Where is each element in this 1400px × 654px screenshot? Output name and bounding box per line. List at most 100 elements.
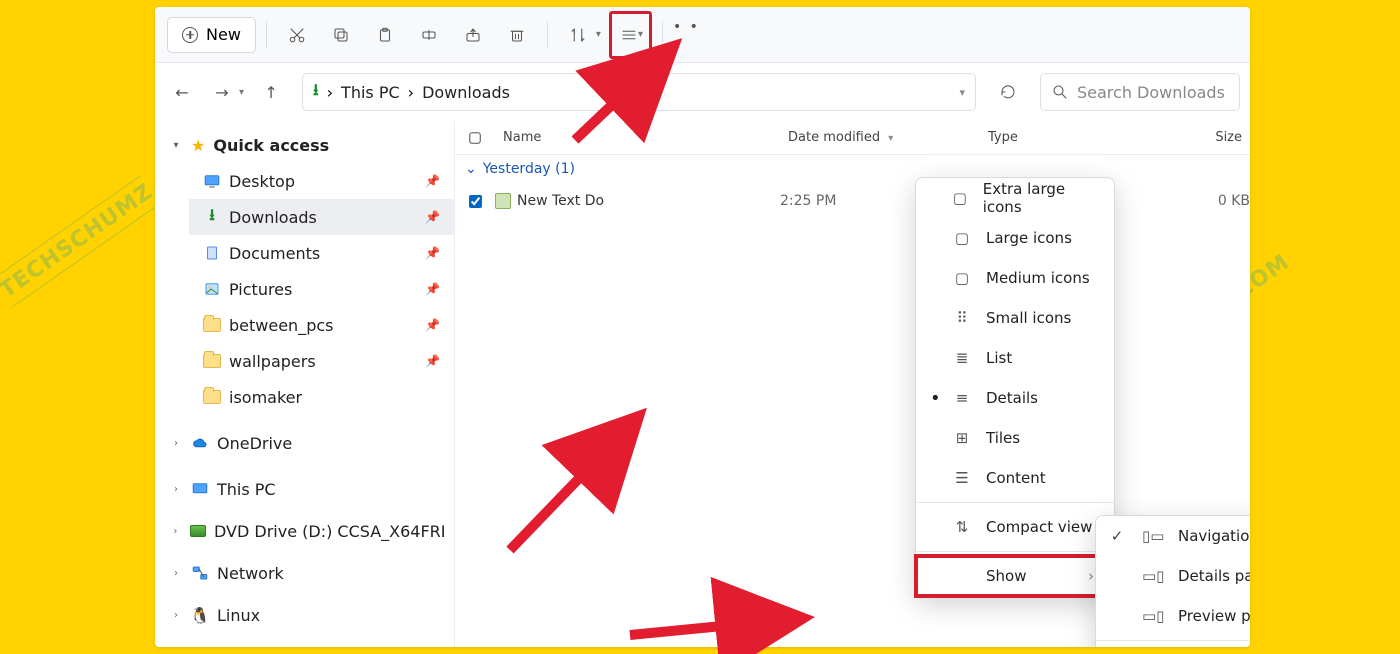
chevron-down-icon[interactable]: ▾ (959, 86, 965, 99)
cut-button[interactable] (277, 15, 317, 55)
pin-icon: 📌 (425, 210, 440, 224)
sidebar-item-wallpapers[interactable]: wallpapers 📌 (189, 343, 454, 379)
breadcrumb-sep: › (327, 83, 333, 102)
menu-item-medium-icons[interactable]: ▢Medium icons (916, 258, 1114, 298)
breadcrumb-sep: › (408, 83, 414, 102)
breadcrumb-root[interactable]: This PC (341, 83, 400, 102)
sidebar-item-network[interactable]: › Network (155, 555, 454, 591)
sidebar-item-label: Downloads (229, 208, 317, 227)
breadcrumb-current[interactable]: Downloads (422, 83, 510, 102)
chevron-down-icon: ▾ (884, 133, 893, 144)
file-icon (495, 193, 511, 209)
share-button[interactable] (453, 15, 493, 55)
menu-item-extra-large-icons[interactable]: ▢Extra large icons (916, 178, 1114, 218)
extra-large-icons-icon: ▢ (951, 189, 969, 207)
copy-button[interactable] (321, 15, 361, 55)
column-header-size[interactable]: Size (1140, 130, 1250, 145)
file-name: New Text Do (517, 193, 604, 209)
sidebar-item-this-pc[interactable]: › This PC (155, 471, 454, 507)
refresh-icon (999, 83, 1017, 101)
sidebar-item-isomaker[interactable]: isomaker (189, 379, 454, 415)
menu-item-navigation-pane[interactable]: ✓▯▭Navigation pane (1096, 516, 1250, 556)
pin-icon: 📌 (425, 282, 440, 296)
refresh-button[interactable] (990, 74, 1026, 110)
content-icon: ☰ (952, 469, 972, 487)
column-header-date[interactable]: Date modified ▾ (780, 130, 980, 145)
rename-button[interactable] (409, 15, 449, 55)
sidebar-item-label: Documents (229, 244, 320, 263)
file-checkbox[interactable] (469, 195, 482, 208)
delete-button[interactable] (497, 15, 537, 55)
picture-icon (203, 280, 221, 298)
panel-left-icon: ▯▭ (1142, 527, 1164, 545)
chevron-down-icon: ⌄ (465, 161, 477, 177)
sidebar-item-dvd[interactable]: › DVD Drive (D:) CCSA_X64FRE_EN-US_D (155, 513, 454, 549)
chevron-right-icon: › (169, 484, 183, 495)
tiles-icon: ⊞ (952, 429, 972, 447)
copy-icon (332, 26, 350, 44)
chevron-down-icon: ▾ (169, 140, 183, 151)
annotation-arrow (625, 590, 825, 654)
select-all-checkbox[interactable] (455, 129, 495, 147)
search-icon (1051, 83, 1069, 101)
folder-icon (203, 316, 221, 334)
small-icons-icon: ⠿ (952, 309, 972, 327)
address-row: ← → ▾ ↑ ⭳ › This PC › Downloads ▾ Search… (155, 63, 1250, 121)
menu-item-large-icons[interactable]: ▢Large icons (916, 218, 1114, 258)
menu-item-content[interactable]: ☰Content (916, 458, 1114, 498)
preview-icon: ▭▯ (1142, 607, 1164, 625)
menu-item-preview-pane[interactable]: ▭▯Preview pane (1096, 596, 1250, 636)
toolbar: New ▾ ▾ • • • (155, 7, 1250, 63)
up-button[interactable]: ↑ (254, 75, 288, 109)
menu-item-show[interactable]: Show› (916, 556, 1114, 596)
navigation-pane: ▾ ★ Quick access Desktop 📌 ⭳ Downloads 📌 (155, 121, 455, 647)
sidebar-item-label: Network (217, 564, 284, 583)
back-button[interactable]: ← (165, 75, 199, 109)
new-label: New (206, 25, 241, 44)
sidebar-item-downloads[interactable]: ⭳ Downloads 📌 (189, 199, 454, 235)
menu-item-details-pane[interactable]: ▭▯Details pane (1096, 556, 1250, 596)
group-header-yesterday[interactable]: ⌄ Yesterday (1) (455, 155, 1250, 183)
share-icon (464, 26, 482, 44)
menu-item-small-icons[interactable]: ⠿Small icons (916, 298, 1114, 338)
monitor-icon (191, 480, 209, 498)
file-row[interactable]: New Text Do 2:25 PM Windows PowerS... 0 … (455, 183, 1250, 219)
menu-item-compact-view[interactable]: ⇅Compact view (916, 507, 1114, 547)
list-icon: ≣ (952, 349, 972, 367)
new-button[interactable]: New (167, 17, 256, 53)
chevron-right-icon: › (169, 526, 182, 537)
search-input[interactable]: Search Downloads (1040, 73, 1240, 111)
bullet-icon: • (930, 388, 938, 409)
file-list-area: Name Date modified ▾ Type Size ⌄ Yesterd… (455, 121, 1250, 647)
linux-icon: 🐧 (191, 606, 209, 624)
chevron-right-icon: › (1088, 567, 1094, 585)
chevron-right-icon: › (169, 438, 183, 449)
paste-button[interactable] (365, 15, 405, 55)
plus-circle-icon (182, 27, 198, 43)
download-icon: ⭳ (203, 208, 221, 226)
folder-icon (203, 388, 221, 406)
checkbox-icon (466, 129, 484, 147)
scissors-icon (288, 26, 306, 44)
sidebar-item-pictures[interactable]: Pictures 📌 (189, 271, 454, 307)
chevron-down-icon: ▾ (239, 87, 248, 98)
sidebar-item-onedrive[interactable]: › OneDrive (155, 425, 454, 461)
menu-item-details[interactable]: •≡Details (916, 378, 1114, 418)
sidebar-item-quick-access[interactable]: ▾ ★ Quick access (155, 127, 454, 163)
panel-right-icon: ▭▯ (1142, 567, 1164, 585)
column-header-type[interactable]: Type (980, 130, 1140, 145)
sidebar-item-documents[interactable]: Documents 📌 (189, 235, 454, 271)
sidebar-item-desktop[interactable]: Desktop 📌 (189, 163, 454, 199)
file-size: 0 KB (1140, 193, 1250, 209)
menu-item-tiles[interactable]: ⊞Tiles (916, 418, 1114, 458)
sidebar-item-linux[interactable]: › 🐧 Linux (155, 597, 454, 633)
folder-icon (203, 352, 221, 370)
forward-button[interactable]: → (205, 75, 239, 109)
menu-item-item-check-boxes[interactable]: ✓☑Item check boxes (1096, 645, 1250, 647)
cloud-icon (191, 434, 209, 452)
sidebar-item-label: Pictures (229, 280, 292, 299)
menu-item-list[interactable]: ≣List (916, 338, 1114, 378)
document-icon (203, 244, 221, 262)
sidebar-item-between-pcs[interactable]: between_pcs 📌 (189, 307, 454, 343)
file-explorer-window: New ▾ ▾ • • • ← → ▾ ↑ ⭳ › This PC › Down… (155, 7, 1250, 647)
